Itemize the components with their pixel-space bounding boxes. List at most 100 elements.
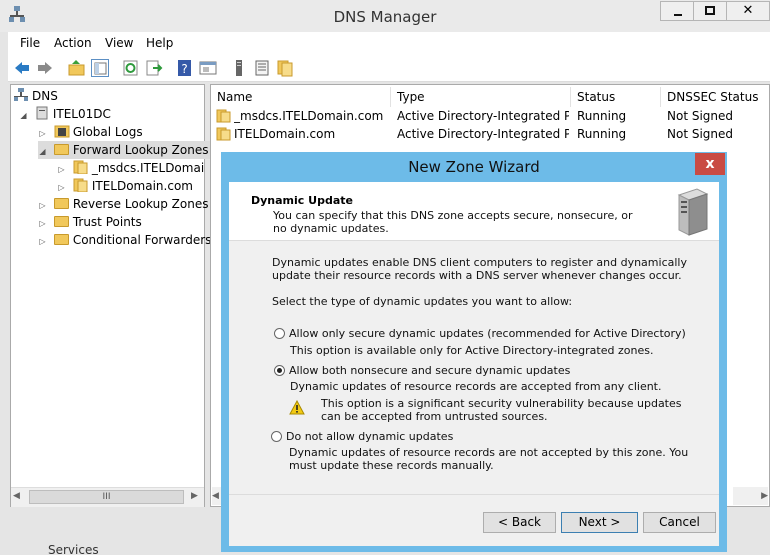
zone-icon — [216, 127, 231, 141]
tree-item-iteldomain-zone[interactable]: ▷ ITELDomain.com — [57, 177, 193, 195]
tree-label-reverse-lookup-zones: Reverse Lookup Zones — [72, 197, 209, 211]
option-secure-only-desc: This option is available only for Active… — [290, 344, 654, 357]
radio-no-dynamic-updates[interactable] — [271, 431, 282, 442]
dns-icon — [14, 88, 28, 101]
option-secure-only-label[interactable]: Allow only secure dynamic updates (recom… — [289, 327, 686, 340]
toolbar: ? — [8, 54, 770, 82]
radio-nonsecure-and-secure[interactable] — [274, 365, 285, 376]
tree-item-trust-points[interactable]: ▷ Trust Points — [38, 213, 142, 231]
tree-label-global-logs: Global Logs — [72, 125, 143, 139]
folder-icon — [53, 216, 69, 227]
console-tree: DNS ◢ ITEL01DC ▷ Global Logs ◢ Forward L… — [10, 84, 212, 507]
properties-pane-icon[interactable] — [199, 59, 217, 77]
tree-item-global-logs[interactable]: ▷ Global Logs — [38, 123, 143, 141]
window-title: DNS Manager — [333, 8, 437, 26]
maximize-button[interactable] — [693, 1, 727, 21]
tree-item-dns[interactable]: DNS — [14, 87, 58, 105]
column-header-name[interactable]: Name — [211, 87, 391, 107]
tree-item-reverse-lookup-zones[interactable]: ▷ Reverse Lookup Zones — [38, 195, 208, 213]
title-bar: DNS Manager ✕ — [0, 0, 770, 32]
wizard-header: Dynamic Update You can specify that this… — [229, 182, 719, 241]
column-header-dnssec-status[interactable]: DNSSEC Status — [661, 87, 769, 107]
tree-label-dns: DNS — [32, 89, 58, 103]
option-no-dynamic-updates-label[interactable]: Do not allow dynamic updates — [286, 430, 453, 443]
cell-status: Running — [577, 109, 627, 123]
list-scroll-right-icon[interactable]: ▶ — [733, 487, 768, 505]
zone-file-icon[interactable] — [276, 59, 294, 77]
folder-icon — [53, 198, 69, 209]
intro-text: Dynamic updates enable DNS client comput… — [272, 256, 687, 282]
tree-label-iteldomain-zone: ITELDomain.com — [91, 179, 193, 193]
server-icon[interactable] — [230, 59, 248, 77]
scroll-right-icon[interactable]: ▶ — [191, 491, 198, 501]
cell-type: Active Directory-Integrated Pr... — [397, 127, 569, 141]
cell-name: ITELDomain.com — [234, 127, 336, 141]
expanded-icon[interactable]: ◢ — [38, 143, 47, 161]
wizard-close-button[interactable]: x — [695, 153, 725, 175]
wizard-title-bar: New Zone Wizard x — [221, 152, 727, 182]
option-nonsecure-and-secure-desc: Dynamic updates of resource records are … — [290, 380, 662, 393]
column-header-status[interactable]: Status — [571, 87, 661, 107]
close-icon: ✕ — [742, 3, 754, 18]
back-arrow-icon[interactable] — [13, 59, 31, 77]
up-folder-icon[interactable] — [68, 59, 86, 77]
radio-secure-only[interactable] — [274, 328, 285, 339]
tree-item-server[interactable]: ◢ ITEL01DC — [19, 105, 111, 123]
tree-scroll-thumb[interactable]: III — [29, 490, 184, 504]
help-icon[interactable]: ? — [176, 59, 194, 77]
cell-status: Running — [577, 127, 627, 141]
page-description: You can specify that this DNS zone accep… — [273, 209, 633, 235]
folder-icon — [53, 234, 69, 245]
column-header-type[interactable]: Type — [391, 87, 571, 107]
server-icon — [36, 106, 48, 120]
next-button[interactable]: Next > — [561, 512, 638, 533]
minimize-button[interactable] — [660, 1, 694, 21]
cell-name: _msdcs.ITELDomain.com — [234, 109, 384, 123]
show-hide-tree-icon[interactable] — [91, 59, 109, 77]
record-list-icon[interactable] — [253, 59, 271, 77]
option-prompt: Select the type of dynamic updates you w… — [272, 295, 573, 308]
export-list-icon[interactable] — [145, 59, 163, 77]
zone-icon — [73, 160, 88, 175]
table-row[interactable]: _msdcs.ITELDomain.com Active Directory-I… — [211, 107, 769, 125]
tree-label-forward-lookup-zones: Forward Lookup Zones — [72, 143, 209, 157]
option-no-dynamic-updates-desc: Dynamic updates of resource records are … — [289, 446, 689, 472]
tree-label-server: ITEL01DC — [52, 107, 111, 121]
warning-icon — [289, 400, 305, 415]
server-tower-icon — [677, 188, 709, 236]
table-row[interactable]: ITELDomain.com Active Directory-Integrat… — [211, 125, 769, 143]
option-nonsecure-and-secure-label[interactable]: Allow both nonsecure and secure dynamic … — [289, 364, 570, 377]
menu-action[interactable]: Action — [54, 36, 92, 50]
security-warning-text: This option is a significant security vu… — [321, 397, 682, 423]
tree-item-forward-lookup-zones[interactable]: ◢ Forward Lookup Zones — [38, 141, 212, 161]
tree-item-msdcs-zone[interactable]: ▷ _msdcs.ITELDomain.c — [57, 159, 204, 177]
tree-label-conditional-forwarders: Conditional Forwarders — [72, 233, 212, 247]
refresh-icon[interactable] — [122, 59, 140, 77]
log-folder-icon — [54, 125, 70, 138]
menu-bar: File Action View Help — [8, 32, 770, 54]
forward-arrow-icon[interactable] — [36, 59, 54, 77]
divider — [229, 494, 719, 495]
cell-dnssec-status: Not Signed — [667, 109, 734, 123]
wizard-body: Dynamic Update You can specify that this… — [229, 182, 719, 546]
cell-dnssec-status: Not Signed — [667, 127, 734, 141]
wizard-title: New Zone Wizard — [408, 158, 540, 176]
menu-view[interactable]: View — [105, 36, 133, 50]
zone-icon — [73, 178, 88, 193]
expanded-icon[interactable]: ◢ — [19, 107, 28, 125]
menu-help[interactable]: Help — [146, 36, 173, 50]
back-button[interactable]: < Back — [483, 512, 556, 533]
scroll-left-icon[interactable]: ◀ — [13, 491, 20, 501]
tree-horizontal-scrollbar[interactable]: ◀ III ▶ — [11, 487, 204, 507]
page-title: Dynamic Update — [251, 194, 353, 207]
zone-icon — [216, 109, 231, 123]
tree-label-trust-points: Trust Points — [72, 215, 142, 229]
cancel-button[interactable]: Cancel — [643, 512, 716, 533]
collapsed-icon[interactable]: ▷ — [38, 233, 47, 251]
tree-item-conditional-forwarders[interactable]: ▷ Conditional Forwarders — [38, 231, 211, 249]
svg-text:?: ? — [181, 62, 187, 76]
close-button[interactable]: ✕ — [726, 1, 770, 21]
collapsed-icon[interactable]: ▷ — [57, 161, 66, 177]
folder-icon — [53, 144, 69, 155]
menu-file[interactable]: File — [20, 36, 40, 50]
